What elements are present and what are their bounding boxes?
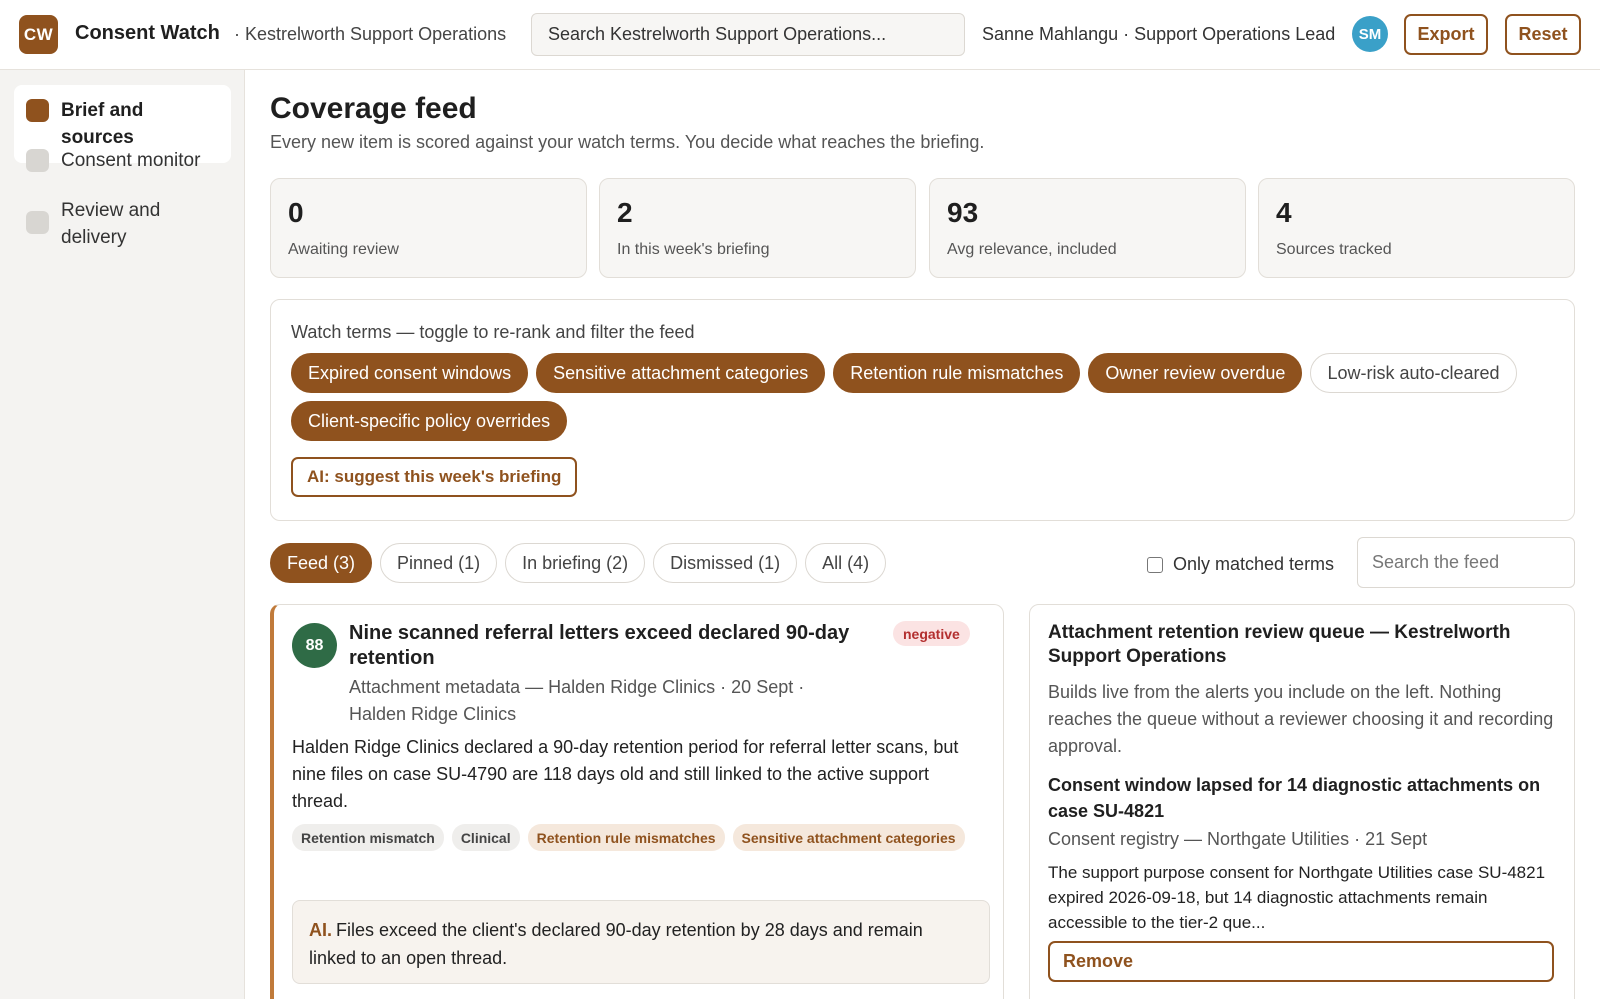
- stat-value: 2: [617, 197, 633, 228]
- watch-term-chip[interactable]: Retention rule mismatches: [833, 353, 1081, 393]
- queue-item-body: The support purpose consent for Northgat…: [1048, 863, 1546, 932]
- sentiment-badge: negative: [893, 621, 970, 646]
- square-icon: [26, 99, 49, 122]
- tab-dismissed[interactable]: Dismissed (1): [653, 543, 798, 583]
- tab-all[interactable]: All (4): [805, 543, 887, 583]
- ai-summary-box: AI. Files exceed the client's declared 90…: [292, 900, 990, 984]
- sidebar-item-review-and-delivery[interactable]: Review and delivery: [14, 185, 174, 263]
- feed-tabs: Feed (3) Pinned (1) In briefing (2) Dism…: [270, 543, 887, 583]
- relevance-score-badge: 88: [292, 623, 337, 668]
- stat-card-awaiting-review: 0 Awaiting review: [270, 178, 587, 278]
- only-matched-label: Only matched terms: [1173, 554, 1335, 574]
- stat-card-in-briefing: 2 In this week's briefing: [599, 178, 916, 278]
- org-name: · Kestrelworth Support Operations: [234, 24, 507, 44]
- feed-item-tags: Retention mismatch Clinical Retention ru…: [292, 824, 977, 851]
- stat-card-avg-relevance: 93 Avg relevance, included: [929, 178, 1246, 278]
- review-queue-subtitle: Builds live from the alerts you include …: [1048, 682, 1554, 756]
- queue-item-title: Consent window lapsed for 14 diagnostic …: [1048, 775, 1541, 821]
- only-matched-toggle[interactable]: Only matched terms: [1147, 554, 1334, 575]
- watch-term-chips: Expired consent windows Sensitive attach…: [291, 353, 1551, 441]
- feed-item-meta: Attachment metadata — Halden Ridge Clini…: [349, 677, 805, 724]
- avatar[interactable]: SM: [1352, 16, 1388, 52]
- tab-feed[interactable]: Feed (3): [270, 543, 373, 583]
- ai-label: AI.: [309, 920, 333, 940]
- stat-label: Awaiting review: [288, 241, 399, 258]
- ai-suggest-briefing-button[interactable]: AI: suggest this week's briefing: [291, 457, 578, 497]
- tag: Retention mismatch: [292, 824, 444, 851]
- sidebar: Brief and sources Consent monitor Review…: [0, 70, 245, 999]
- stat-card-sources-tracked: 4 Sources tracked: [1258, 178, 1575, 278]
- feed-item-title[interactable]: Nine scanned referral letters exceed dec…: [349, 621, 889, 671]
- stat-value: 4: [1276, 197, 1292, 228]
- app-logo: CW: [19, 15, 58, 54]
- stat-value: 93: [947, 197, 979, 228]
- watch-term-chip[interactable]: Client-specific policy overrides: [291, 401, 568, 441]
- tag: Clinical: [451, 824, 520, 851]
- ai-summary-text: Files exceed the client's declared 90-da…: [309, 920, 923, 968]
- export-button[interactable]: Export: [1404, 14, 1488, 55]
- sidebar-item-label: Consent monitor: [61, 150, 201, 171]
- watch-term-chip[interactable]: Owner review overdue: [1088, 353, 1303, 393]
- watch-term-chip[interactable]: Low-risk auto-cleared: [1310, 353, 1517, 393]
- watch-terms-title: Watch terms — toggle to re-rank and filt…: [291, 322, 695, 342]
- page-title: Coverage feed: [270, 92, 477, 125]
- tab-pinned[interactable]: Pinned (1): [380, 543, 498, 583]
- sidebar-item-consent-monitor[interactable]: Consent monitor: [14, 135, 231, 186]
- feed-item-body: Halden Ridge Clinics declared a 90-day r…: [292, 737, 959, 811]
- remove-button[interactable]: Remove: [1048, 941, 1554, 982]
- global-search-input[interactable]: Search Kestrelworth Support Operations..…: [531, 13, 965, 56]
- review-queue-title: Attachment retention review queue — Kest…: [1048, 622, 1511, 667]
- watch-terms-panel: Watch terms — toggle to re-rank and filt…: [270, 299, 1575, 521]
- review-queue-panel: Attachment retention review queue — Kest…: [1029, 604, 1575, 999]
- queue-item-meta: Consent registry — Northgate Utilities ·…: [1048, 829, 1428, 849]
- top-bar: CW Consent Watch · Kestrelworth Support …: [0, 0, 1600, 70]
- stat-value: 0: [288, 197, 304, 228]
- square-icon: [26, 211, 49, 234]
- stat-label: Sources tracked: [1276, 241, 1392, 258]
- watch-term-chip[interactable]: Expired consent windows: [291, 353, 529, 393]
- watch-term-chip[interactable]: Sensitive attachment categories: [536, 353, 826, 393]
- watch-term-tag: Sensitive attachment categories: [732, 824, 965, 851]
- sidebar-item-label: Review and delivery: [61, 200, 161, 248]
- feed-item-card[interactable]: 88 Nine scanned referral letters exceed …: [270, 604, 1004, 999]
- only-matched-checkbox[interactable]: [1147, 556, 1163, 573]
- app-name: Consent Watch: [75, 22, 220, 44]
- feed-search-input[interactable]: Search the feed: [1357, 537, 1575, 588]
- square-icon: [26, 149, 49, 172]
- stat-label: Avg relevance, included: [947, 241, 1117, 258]
- tab-in-briefing[interactable]: In briefing (2): [505, 543, 646, 583]
- page-subtitle: Every new item is scored against your wa…: [270, 132, 985, 152]
- watch-term-tag: Retention rule mismatches: [527, 824, 725, 851]
- reset-button[interactable]: Reset: [1505, 14, 1581, 55]
- stat-label: In this week's briefing: [617, 241, 770, 258]
- user-name: Sanne Mahlangu · Support Operations Lead: [982, 24, 1336, 44]
